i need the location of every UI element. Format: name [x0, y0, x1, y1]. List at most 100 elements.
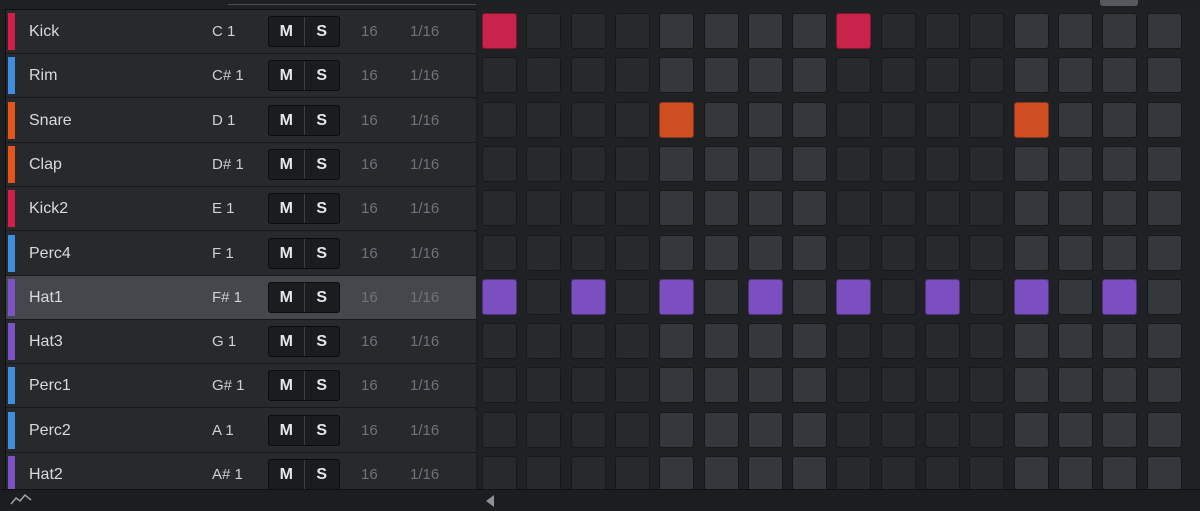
- step-cell[interactable]: [1058, 235, 1093, 271]
- step-cell[interactable]: [748, 412, 783, 448]
- step-cell[interactable]: [704, 412, 739, 448]
- track-row-hat1[interactable]: Hat1 F# 1 M S 16 1/16: [6, 276, 476, 320]
- step-cell[interactable]: [792, 235, 827, 271]
- step-cell[interactable]: [969, 57, 1004, 93]
- step-cell[interactable]: [1102, 235, 1137, 271]
- step-cell[interactable]: [969, 102, 1004, 138]
- step-cell[interactable]: [969, 367, 1004, 403]
- step-cell[interactable]: [881, 323, 916, 359]
- step-cell[interactable]: [704, 235, 739, 271]
- step-cell[interactable]: [1102, 456, 1137, 489]
- step-cell[interactable]: [881, 279, 916, 315]
- step-cell[interactable]: [1147, 102, 1182, 138]
- step-cell[interactable]: [1058, 190, 1093, 226]
- step-cell[interactable]: [748, 146, 783, 182]
- step-cell[interactable]: [659, 57, 694, 93]
- step-cell[interactable]: [1014, 412, 1049, 448]
- step-cell[interactable]: [881, 13, 916, 49]
- step-cell[interactable]: [748, 57, 783, 93]
- step-cell[interactable]: [792, 146, 827, 182]
- step-cell[interactable]: [571, 57, 606, 93]
- step-cell[interactable]: [881, 235, 916, 271]
- step-cell[interactable]: [1147, 456, 1182, 489]
- step-cell[interactable]: [615, 102, 650, 138]
- step-resolution[interactable]: 1/16: [410, 10, 439, 53]
- step-count[interactable]: 16: [361, 276, 378, 319]
- step-cell-active[interactable]: [659, 102, 694, 138]
- solo-button[interactable]: S: [303, 61, 340, 90]
- step-cell[interactable]: [1147, 412, 1182, 448]
- mute-button[interactable]: M: [269, 283, 304, 312]
- step-cell[interactable]: [526, 146, 561, 182]
- scroll-handle[interactable]: [1100, 0, 1138, 6]
- step-cell[interactable]: [482, 456, 517, 489]
- step-count[interactable]: 16: [361, 320, 378, 363]
- step-cell[interactable]: [1014, 146, 1049, 182]
- step-resolution[interactable]: 1/16: [410, 276, 439, 319]
- step-cell[interactable]: [659, 323, 694, 359]
- solo-button[interactable]: S: [303, 17, 340, 46]
- step-resolution[interactable]: 1/16: [410, 409, 439, 452]
- step-cell[interactable]: [792, 279, 827, 315]
- step-cell[interactable]: [792, 190, 827, 226]
- step-cell-active[interactable]: [748, 279, 783, 315]
- step-cell[interactable]: [482, 190, 517, 226]
- step-cell[interactable]: [969, 279, 1004, 315]
- step-cell[interactable]: [571, 102, 606, 138]
- step-count[interactable]: 16: [361, 99, 378, 142]
- track-row-perc1[interactable]: Perc1 G# 1 M S 16 1/16: [6, 364, 476, 408]
- step-resolution[interactable]: 1/16: [410, 99, 439, 142]
- step-cell[interactable]: [792, 102, 827, 138]
- step-count[interactable]: 16: [361, 364, 378, 407]
- step-cell[interactable]: [881, 57, 916, 93]
- step-count[interactable]: 16: [361, 10, 378, 53]
- step-cell-active[interactable]: [571, 279, 606, 315]
- mute-button[interactable]: M: [269, 239, 304, 268]
- step-cell[interactable]: [526, 190, 561, 226]
- step-cell[interactable]: [969, 235, 1004, 271]
- step-cell[interactable]: [482, 146, 517, 182]
- step-cell[interactable]: [615, 323, 650, 359]
- step-cell[interactable]: [659, 13, 694, 49]
- step-cell[interactable]: [704, 13, 739, 49]
- step-cell[interactable]: [1147, 367, 1182, 403]
- step-cell[interactable]: [704, 456, 739, 489]
- step-cell[interactable]: [1147, 146, 1182, 182]
- track-row-kick2[interactable]: Kick2 E 1 M S 16 1/16: [6, 187, 476, 231]
- step-cell[interactable]: [482, 412, 517, 448]
- step-cell[interactable]: [925, 13, 960, 49]
- mute-button[interactable]: M: [269, 194, 304, 223]
- step-cell[interactable]: [1014, 367, 1049, 403]
- step-cell[interactable]: [748, 235, 783, 271]
- solo-button[interactable]: S: [303, 371, 340, 400]
- step-cell[interactable]: [659, 456, 694, 489]
- step-cell[interactable]: [1058, 279, 1093, 315]
- step-cell[interactable]: [748, 367, 783, 403]
- step-cell[interactable]: [704, 190, 739, 226]
- step-cell[interactable]: [1102, 57, 1137, 93]
- step-cell[interactable]: [1147, 13, 1182, 49]
- step-cell[interactable]: [704, 323, 739, 359]
- step-resolution[interactable]: 1/16: [410, 143, 439, 186]
- step-cell-active[interactable]: [1014, 279, 1049, 315]
- step-cell[interactable]: [1058, 102, 1093, 138]
- step-cell[interactable]: [881, 367, 916, 403]
- step-cell[interactable]: [925, 412, 960, 448]
- track-row-snare[interactable]: Snare D 1 M S 16 1/16: [6, 99, 476, 143]
- step-cell[interactable]: [615, 412, 650, 448]
- solo-button[interactable]: S: [303, 460, 340, 489]
- step-cell[interactable]: [1014, 456, 1049, 489]
- step-cell[interactable]: [925, 57, 960, 93]
- track-row-rim[interactable]: Rim C# 1 M S 16 1/16: [6, 54, 476, 98]
- step-cell[interactable]: [1058, 146, 1093, 182]
- mute-button[interactable]: M: [269, 17, 304, 46]
- step-cell[interactable]: [659, 367, 694, 403]
- mute-button[interactable]: M: [269, 371, 304, 400]
- step-resolution[interactable]: 1/16: [410, 320, 439, 363]
- step-count[interactable]: 16: [361, 143, 378, 186]
- step-cell[interactable]: [836, 146, 871, 182]
- step-cell[interactable]: [1058, 367, 1093, 403]
- step-cell[interactable]: [482, 323, 517, 359]
- step-cell[interactable]: [881, 102, 916, 138]
- step-cell[interactable]: [482, 367, 517, 403]
